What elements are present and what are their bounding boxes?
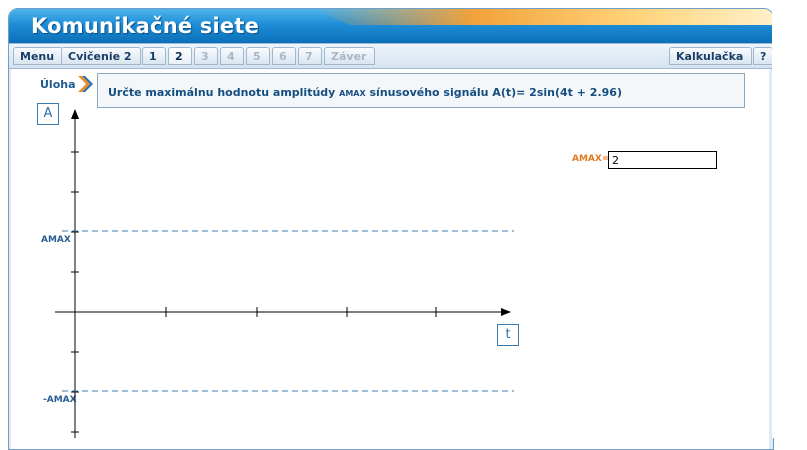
x-axis-arrow-icon [501,308,511,316]
y-axis-arrow-icon [71,109,79,119]
signal-graph [55,109,514,438]
